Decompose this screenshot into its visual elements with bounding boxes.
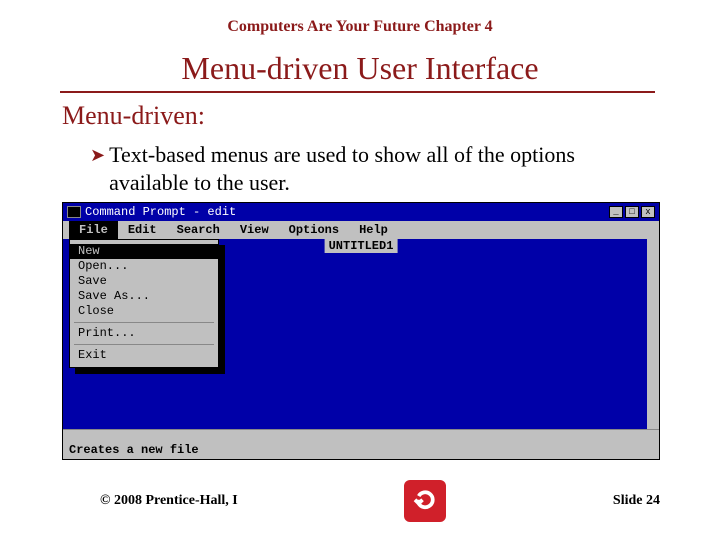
bullet-text: Text-based menus are used to show all of… [109,141,650,196]
menu-options[interactable]: Options [279,221,349,239]
menuitem-open[interactable]: Open... [70,259,218,274]
maximize-button[interactable]: □ [625,206,639,218]
slide-footer: © 2008 Prentice-Hall, I Slide 24 [0,480,720,522]
copyright-text: © 2008 Prentice-Hall, I [100,493,238,509]
vertical-scrollbar[interactable] [647,239,659,429]
menuitem-saveas[interactable]: Save As... [70,289,218,304]
bullet-arrow-icon: ➤ [90,145,105,166]
menu-search[interactable]: Search [167,221,230,239]
menuitem-close[interactable]: Close [70,304,218,319]
command-prompt-window: Command Prompt - edit _ □ x File Edit Se… [62,202,660,460]
document-name: UNTITLED1 [325,239,398,253]
book-title: Computers Are Your Future Chapter 4 [0,0,720,36]
section-subhead: Menu-driven: [62,101,720,131]
minimize-button[interactable]: _ [609,206,623,218]
menu-help[interactable]: Help [349,221,398,239]
status-bar: Creates a new file [63,441,659,459]
menubar: File Edit Search View Options Help [63,221,659,239]
slide-number: Slide 24 [613,493,660,509]
menu-edit[interactable]: Edit [118,221,167,239]
file-dropdown: New Open... Save Save As... Close Print.… [69,239,219,368]
title-underline [60,91,655,93]
slide-title: Menu-driven User Interface [0,50,720,87]
menu-separator [74,322,214,323]
menuitem-new[interactable]: New [70,244,218,259]
cmd-app-icon [67,206,81,218]
editor-body: UNTITLED1 New Open... Save Save As... Cl… [63,239,659,429]
menuitem-save[interactable]: Save [70,274,218,289]
menuitem-print[interactable]: Print... [70,326,218,341]
close-button[interactable]: x [641,206,655,218]
bullet-item: ➤ Text-based menus are used to show all … [90,141,650,196]
horizontal-scrollbar[interactable] [63,429,659,441]
window-title-text: Command Prompt - edit [85,205,236,219]
return-icon[interactable] [404,480,446,522]
window-titlebar[interactable]: Command Prompt - edit _ □ x [63,203,659,221]
menu-separator [74,344,214,345]
menuitem-exit[interactable]: Exit [70,348,218,363]
menu-view[interactable]: View [230,221,279,239]
menu-file[interactable]: File [69,221,118,239]
